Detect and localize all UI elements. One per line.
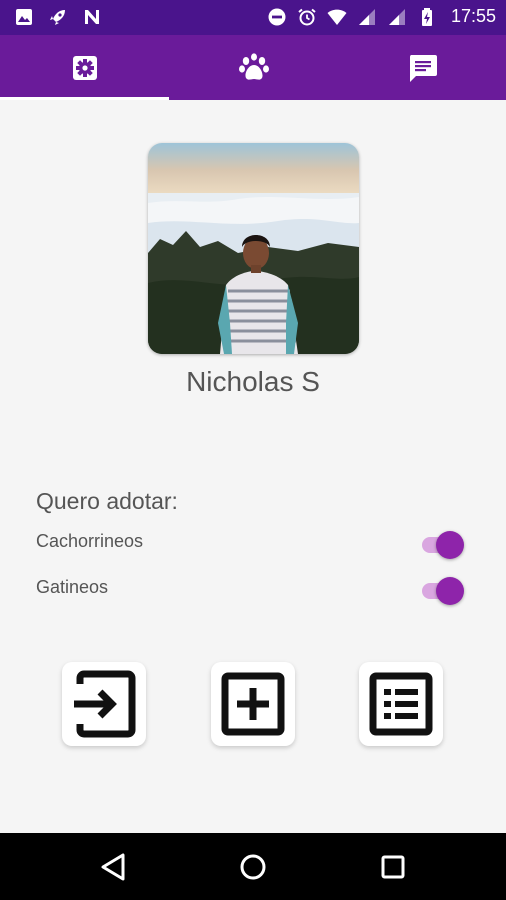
status-bar: 17:55: [0, 0, 506, 35]
logout-icon: [74, 670, 136, 738]
tab-indicator: [0, 97, 169, 100]
switch-thumb: [436, 577, 464, 605]
logout-button[interactable]: [62, 662, 146, 746]
tab-messages[interactable]: [338, 35, 506, 100]
paw-icon: [238, 52, 269, 80]
pref-label-dogs: Cachorrineos: [36, 531, 144, 551]
list-button[interactable]: [359, 662, 443, 746]
back-icon: [101, 853, 125, 881]
add-box-icon: [221, 672, 285, 736]
rocket-icon: [50, 10, 65, 25]
n-logo-icon: [85, 10, 99, 24]
profile-photo: [148, 143, 359, 354]
pref-label-cats: Gatineos: [36, 577, 109, 597]
tab-pets[interactable]: [169, 35, 338, 100]
preferences-title: Quero adotar:: [36, 488, 178, 514]
dogs-toggle[interactable]: [420, 530, 466, 560]
cats-toggle[interactable]: [420, 576, 466, 606]
recents-icon: [381, 855, 405, 879]
list-icon: [369, 672, 433, 736]
alarm-icon: [298, 8, 316, 25]
user-name: Nicholas S: [186, 366, 320, 397]
wifi-icon: [327, 9, 347, 25]
settings-icon: [72, 55, 97, 80]
image-icon: [16, 9, 32, 25]
profile-avatar[interactable]: [148, 143, 359, 354]
signal-icon: [358, 8, 375, 25]
chat-icon: [409, 54, 437, 82]
switch-thumb: [436, 531, 464, 559]
navigation-bar: [0, 833, 506, 900]
battery-charging-icon: [421, 7, 432, 26]
home-button[interactable]: [233, 847, 273, 887]
tab-settings[interactable]: [0, 35, 169, 100]
back-button[interactable]: [93, 847, 133, 887]
status-time: 17:55: [450, 6, 496, 26]
add-button[interactable]: [211, 662, 295, 746]
tab-bar: [0, 35, 506, 100]
home-icon: [240, 854, 266, 880]
signal-icon: [388, 8, 405, 25]
do-not-disturb-icon: [268, 8, 286, 25]
recents-button[interactable]: [373, 847, 413, 887]
